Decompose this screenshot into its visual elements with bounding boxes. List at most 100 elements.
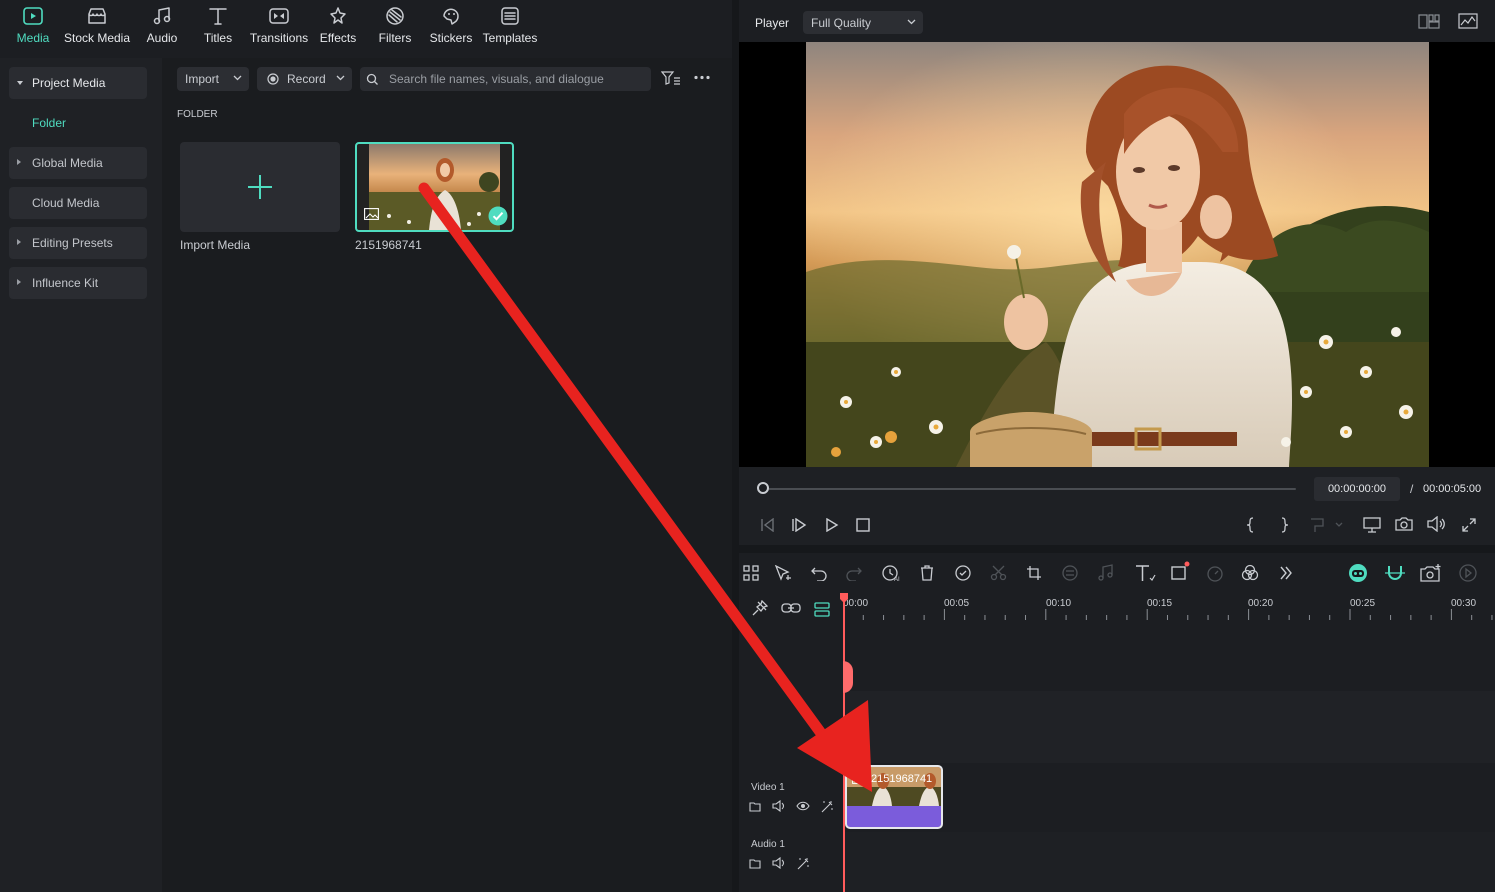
play-circle-icon[interactable] <box>1458 563 1478 583</box>
play-icon[interactable] <box>825 518 839 532</box>
stop-icon[interactable] <box>856 518 870 532</box>
shape-record-icon[interactable] <box>1170 561 1192 581</box>
mark-out-icon[interactable] <box>1279 517 1289 533</box>
nav-filters[interactable]: Filters <box>376 6 414 54</box>
image-type-icon <box>364 208 379 220</box>
selected-check-icon <box>488 206 508 226</box>
nav-effects[interactable]: Effects <box>318 6 358 54</box>
audio-track-lane[interactable] <box>843 832 1495 892</box>
nav-templates[interactable]: Templates <box>482 6 538 54</box>
unlink-pin-icon[interactable] <box>752 600 768 616</box>
color-circles-icon[interactable] <box>1241 564 1259 582</box>
redo-icon[interactable] <box>845 565 863 581</box>
ruler-label: 00:05 <box>944 598 970 609</box>
sidebar-item-cloud-media[interactable]: Cloud Media <box>9 187 147 219</box>
mark-in-icon[interactable] <box>1246 517 1256 533</box>
ai-image-tool-icon[interactable] <box>954 564 974 582</box>
add-camera-icon[interactable] <box>1420 563 1442 583</box>
chevron-down-icon <box>907 19 916 25</box>
import-label: Import <box>185 72 220 86</box>
speed-timer-icon[interactable] <box>1206 564 1224 582</box>
layout-grid-icon[interactable] <box>1418 14 1440 29</box>
magic-wand-icon[interactable] <box>820 800 834 813</box>
delete-trash-icon[interactable] <box>919 565 935 581</box>
player-label: Player <box>755 16 790 30</box>
sidebar-item-global-media[interactable]: Global Media <box>9 147 147 179</box>
magnet-snap-icon[interactable] <box>1384 563 1406 583</box>
mask-icon[interactable] <box>1061 564 1079 582</box>
track-layout-icon[interactable] <box>814 601 830 617</box>
ai-audio-stretch-icon[interactable]: AI <box>881 564 901 582</box>
player-controls: 00:00:00:00 / 00:00:05:00 <box>739 467 1495 545</box>
timeline-ruler[interactable]: 00:00 00:05 00:10 00:15 00:20 00:25 00:3… <box>843 593 1495 623</box>
snapshot-camera-icon[interactable] <box>1395 516 1413 532</box>
layout-grid-icon[interactable] <box>743 565 759 581</box>
playback-scrubber-handle[interactable] <box>757 482 769 494</box>
timeline-area: 00:00 00:05 00:10 00:15 00:20 00:25 00:3… <box>739 593 1495 892</box>
ai-mate-robot-icon[interactable] <box>1347 563 1369 583</box>
media-icon <box>22 6 44 26</box>
scopes-icon[interactable] <box>1458 13 1478 29</box>
nav-audio[interactable]: Audio <box>143 6 181 54</box>
ruler-label: 00:15 <box>1147 598 1173 609</box>
nav-stickers[interactable]: Stickers <box>429 6 473 54</box>
current-timecode[interactable]: 00:00:00:00 <box>1314 477 1400 501</box>
record-dropdown-button[interactable]: Record <box>257 67 352 91</box>
import-dropdown-button[interactable]: Import <box>177 67 249 91</box>
playhead-tab[interactable] <box>843 661 853 693</box>
sidebar-item-label: Global Media <box>32 156 103 170</box>
search-icon <box>366 73 379 86</box>
caret-right-icon <box>17 279 21 285</box>
audio-edit-icon[interactable] <box>1097 564 1115 582</box>
nav-transitions[interactable]: Transitions <box>248 6 310 54</box>
playhead-line[interactable] <box>843 593 845 892</box>
track-volume-icon[interactable] <box>772 800 786 812</box>
previous-frame-icon[interactable] <box>759 518 775 532</box>
nav-stickers-label: Stickers <box>429 31 473 45</box>
caret-right-icon <box>17 159 21 165</box>
timeline-video-clip[interactable]: 2151968741 <box>845 765 943 829</box>
filters-icon <box>384 6 406 26</box>
split-scissors-icon[interactable] <box>990 565 1008 581</box>
import-media-tile[interactable] <box>180 142 340 232</box>
more-options-icon[interactable] <box>694 75 710 80</box>
magic-wand-icon[interactable] <box>796 857 810 870</box>
filter-sort-icon[interactable] <box>661 70 681 86</box>
media-clip-thumbnail[interactable] <box>355 142 514 232</box>
caret-down-icon <box>17 81 23 85</box>
music-note-icon <box>151 6 173 26</box>
insert-marker-icon[interactable] <box>1309 517 1343 533</box>
undo-icon[interactable] <box>810 565 828 581</box>
nav-templates-label: Templates <box>482 31 538 45</box>
fullscreen-expand-icon[interactable] <box>1461 517 1477 533</box>
player-header: Player Full Quality <box>739 0 1495 42</box>
nav-media[interactable]: Media <box>12 6 54 54</box>
nav-titles[interactable]: Titles <box>200 6 236 54</box>
lock-folder-icon[interactable] <box>749 858 761 869</box>
more-double-chevron-icon[interactable] <box>1279 565 1293 581</box>
stock-media-icon <box>86 6 108 26</box>
display-monitor-icon[interactable] <box>1362 517 1382 533</box>
track-volume-icon[interactable] <box>772 857 786 869</box>
media-sidebar <box>0 58 162 892</box>
play-step-icon[interactable] <box>791 518 807 532</box>
sidebar-item-editing-presets[interactable]: Editing Presets <box>9 227 147 259</box>
caret-right-icon <box>17 239 21 245</box>
sidebar-item-folder[interactable]: Folder <box>32 116 66 130</box>
select-pointer-icon[interactable] <box>774 565 792 581</box>
text-t-icon[interactable] <box>1134 564 1156 582</box>
nav-stock-media[interactable]: Stock Media <box>63 6 131 54</box>
sidebar-item-influence-kit[interactable]: Influence Kit <box>9 267 147 299</box>
visibility-eye-icon[interactable] <box>796 801 810 811</box>
sidebar-item-project-media[interactable]: Project Media <box>9 67 147 99</box>
volume-icon[interactable] <box>1427 516 1445 532</box>
lock-folder-icon[interactable] <box>749 801 761 812</box>
crop-icon[interactable] <box>1026 565 1042 581</box>
link-chain-icon[interactable] <box>781 601 801 615</box>
search-input[interactable] <box>389 72 639 86</box>
ruler-label: 00:20 <box>1248 598 1274 609</box>
templates-icon <box>499 6 521 26</box>
quality-dropdown[interactable]: Full Quality <box>803 11 923 34</box>
playback-progress-track[interactable] <box>763 488 1296 490</box>
top-nav: Media Stock Media Audio Titles Transitio… <box>0 0 732 58</box>
